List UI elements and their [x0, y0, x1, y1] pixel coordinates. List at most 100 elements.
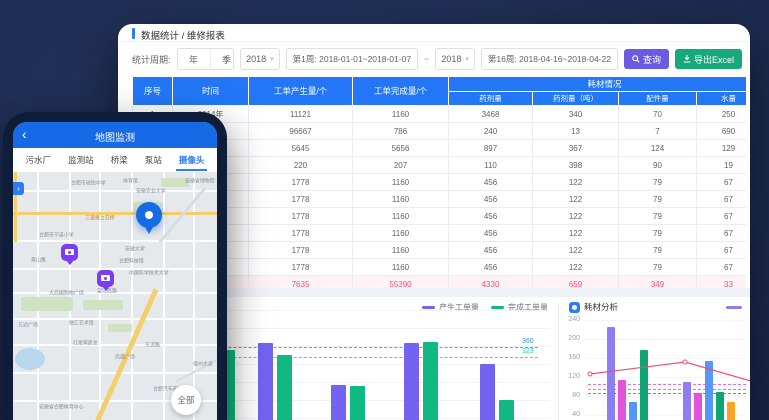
table-cell: 456	[449, 191, 533, 208]
table-header-cell: 药剂量（吨）	[533, 92, 619, 106]
map-label: 黄山路	[31, 256, 46, 263]
map-road	[37, 172, 39, 420]
map-label: 合肥市琥珀中学	[71, 179, 106, 186]
table-cell: 367	[533, 140, 619, 157]
map-canvas[interactable]: 合肥市琥珀中学体育馆安徽农业大学安徽省博物院三里庵立交桥合肥市宁溪小学安徽大学合…	[13, 172, 217, 420]
table-cell: 79	[619, 259, 697, 276]
download-icon	[683, 55, 691, 63]
map-road	[159, 187, 206, 243]
table-cell: 124	[619, 140, 697, 157]
table-cell: 1160	[353, 191, 449, 208]
table-cell: 122	[533, 174, 619, 191]
bar-consumable	[705, 361, 713, 420]
camera-pin[interactable]	[97, 270, 114, 287]
bar-consumable	[727, 402, 735, 420]
phone-page-title: 地图监测	[13, 129, 217, 144]
map-label: 三里庵立交桥	[85, 214, 115, 221]
all-filter-button[interactable]: 全部	[171, 385, 201, 415]
table-cell: 67	[697, 225, 747, 242]
table-cell: 79	[619, 225, 697, 242]
map-road	[13, 240, 217, 242]
end-year-value: 2018	[441, 54, 461, 64]
start-week-input[interactable]: 第1周: 2018-01-01~2018-01-07	[286, 48, 418, 70]
pin-tail	[145, 227, 153, 234]
start-year-select[interactable]: 2018 ▾	[240, 48, 280, 70]
table-header-cell: 配件量	[619, 92, 697, 106]
table-cell: 13	[533, 123, 619, 140]
start-year-value: 2018	[246, 54, 266, 64]
page-canvas: 数据统计 / 维修报表 统计周期: 年季月周日 2018 ▾ 第1周: 2018…	[0, 0, 769, 420]
table-cell: 70	[619, 106, 697, 123]
map-label: 万达广场	[18, 321, 38, 328]
map-label: 德州大道	[193, 360, 213, 367]
map-label: 安徽大学	[125, 245, 145, 252]
map-expand-button[interactable]: ›	[13, 182, 24, 195]
map-label: 合肥市宁溪小学	[39, 231, 74, 238]
y-axis-tick: 200	[564, 335, 580, 342]
bar-created	[480, 364, 495, 420]
table-cell: 79	[619, 174, 697, 191]
export-excel-button[interactable]: 导出Excel	[675, 49, 742, 69]
map-park	[83, 300, 123, 310]
table-header-cell: 工单完成量/个	[353, 77, 449, 106]
end-week-input[interactable]: 第16周: 2018-04-16~2018-04-22	[481, 48, 618, 70]
table-cell: 19	[697, 157, 747, 174]
table-cell: 240	[449, 123, 533, 140]
table-cell: 67	[697, 191, 747, 208]
y-axis-tick: 120	[564, 373, 580, 380]
map-road	[163, 172, 165, 420]
table-cell: 67	[697, 174, 747, 191]
bar-consumable	[683, 382, 691, 420]
bar-consumable	[716, 392, 724, 420]
legend-label: 完成工单量	[508, 302, 548, 313]
map-road	[193, 172, 195, 420]
reference-label: 360	[522, 338, 534, 345]
table-cell: 1160	[353, 106, 449, 123]
phone-tab-摄像头[interactable]: 摄像头	[178, 149, 206, 171]
table-cell: 5645	[249, 140, 353, 157]
table-cell: 122	[533, 208, 619, 225]
table-cell: 110	[449, 157, 533, 174]
reference-label: 323	[522, 348, 534, 355]
end-year-select[interactable]: 2018 ▾	[435, 48, 475, 70]
table-cell: 55390	[353, 276, 449, 289]
table-cell: 122	[533, 225, 619, 242]
table-cell: 456	[449, 174, 533, 191]
table-cell: 3468	[449, 106, 533, 123]
left-chart-legend: 产生工单量 完成工单量	[368, 302, 548, 313]
phone-tab-bar: 污水厂监测站桥梁泵站摄像头	[13, 148, 217, 172]
table-cell: 456	[449, 225, 533, 242]
period-option-季[interactable]: 季	[211, 49, 235, 69]
map-label: 大商国购物广场	[49, 289, 84, 296]
table-header-cell: 工单产生量/个	[249, 77, 353, 106]
chart-divider	[558, 303, 559, 420]
legend-label: 产生工单量	[439, 302, 479, 313]
table-cell: 786	[353, 123, 449, 140]
period-option-年[interactable]: 年	[178, 49, 211, 69]
phone-tab-桥梁[interactable]: 桥梁	[110, 149, 129, 171]
table-cell: 1160	[353, 174, 449, 191]
camera-pin[interactable]	[61, 244, 78, 261]
map-label: 合肥科技馆	[119, 257, 144, 264]
table-header-cell: 时间	[173, 77, 249, 106]
bar-created	[258, 343, 273, 420]
selected-camera-pin[interactable]	[136, 202, 162, 228]
table-cell: 456	[449, 242, 533, 259]
table-cell: 1778	[249, 191, 353, 208]
phone-tab-污水厂[interactable]: 污水厂	[25, 149, 53, 171]
bar-completed	[350, 386, 365, 420]
map-park	[21, 297, 73, 311]
legend-item: 产生工单量	[422, 302, 479, 313]
phone-tab-监测站[interactable]: 监测站	[67, 149, 95, 171]
table-header-cell: 序号	[133, 77, 173, 106]
filter-bar: 统计周期: 年季月周日 2018 ▾ 第1周: 2018-01-01~2018-…	[132, 48, 742, 70]
table-cell: 11121	[249, 106, 353, 123]
query-button[interactable]: 查询	[624, 49, 669, 69]
chevron-down-icon: ▾	[465, 55, 469, 63]
phone-tab-泵站[interactable]: 泵站	[144, 149, 163, 171]
table-cell: 79	[619, 242, 697, 259]
y-axis-tick: 80	[564, 392, 580, 399]
table-cell: 1778	[249, 174, 353, 191]
table-cell: 33	[697, 276, 747, 289]
right-chart-title-text: 耗材分析	[584, 301, 618, 313]
